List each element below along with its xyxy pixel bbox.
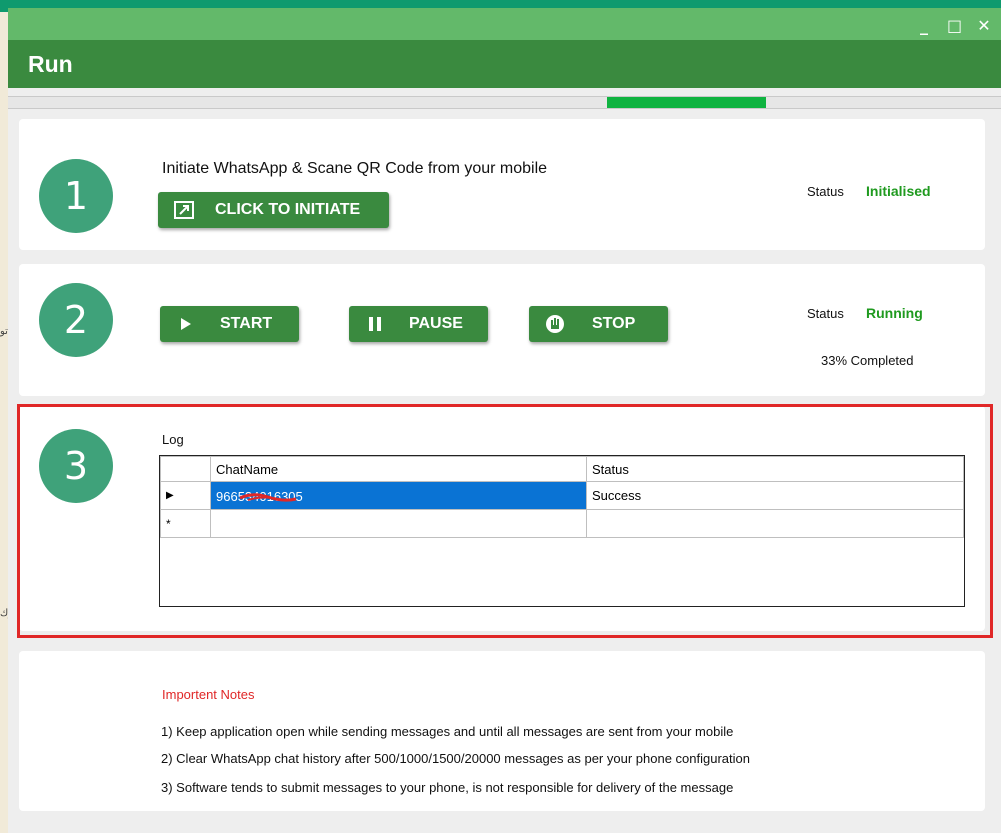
step1-number-badge: 1 [39,159,113,233]
notes-panel: Importent Notes 1) Keep application open… [19,651,985,811]
progress-bar [8,96,1001,109]
header-bar: Run [8,40,1001,88]
page-title: Run [28,51,73,77]
start-button[interactable]: START [160,306,299,342]
pause-icon [369,317,381,331]
note-item-2: 2) Clear WhatsApp chat history after 500… [161,751,750,766]
pause-button[interactable]: PAUSE [349,306,488,342]
note-item-3: 3) Software tends to submit messages to … [161,780,734,795]
minimize-icon[interactable]: _ [917,16,931,35]
step2-status-value: Running [866,305,923,321]
pause-button-label: PAUSE [409,315,463,332]
window-controls: _ □ ✕ [917,16,991,35]
initiate-button[interactable]: CLICK TO INITIATE [158,192,389,228]
note-item-1: 1) Keep application open while sending m… [161,724,734,739]
step2-status-label: Status [807,306,844,321]
close-icon[interactable]: ✕ [977,16,991,35]
initiate-button-label: CLICK TO INITIATE [215,201,361,218]
completion-text: 33% Completed [821,353,914,368]
step1-status-label: Status [807,184,844,199]
highlight-box [17,404,993,638]
play-icon [181,318,191,330]
step2-panel: 2 START PAUSE STOP Status Running 33% Co… [19,264,985,396]
step1-status-value: Initialised [866,183,931,199]
stop-button[interactable]: STOP [529,306,668,342]
external-link-icon [174,201,194,219]
progress-fill [607,97,766,108]
step1-instruction: Initiate WhatsApp & Scane QR Code from y… [162,160,548,177]
stop-hand-icon [546,315,564,333]
stop-button-label: STOP [592,315,636,332]
title-bar: _ □ ✕ [8,8,1001,40]
maximize-icon[interactable]: □ [947,16,962,35]
step1-panel: 1 Initiate WhatsApp & Scane QR Code from… [19,119,985,250]
notes-title: Importent Notes [162,687,255,702]
start-button-label: START [220,315,273,332]
step2-number-badge: 2 [39,283,113,357]
